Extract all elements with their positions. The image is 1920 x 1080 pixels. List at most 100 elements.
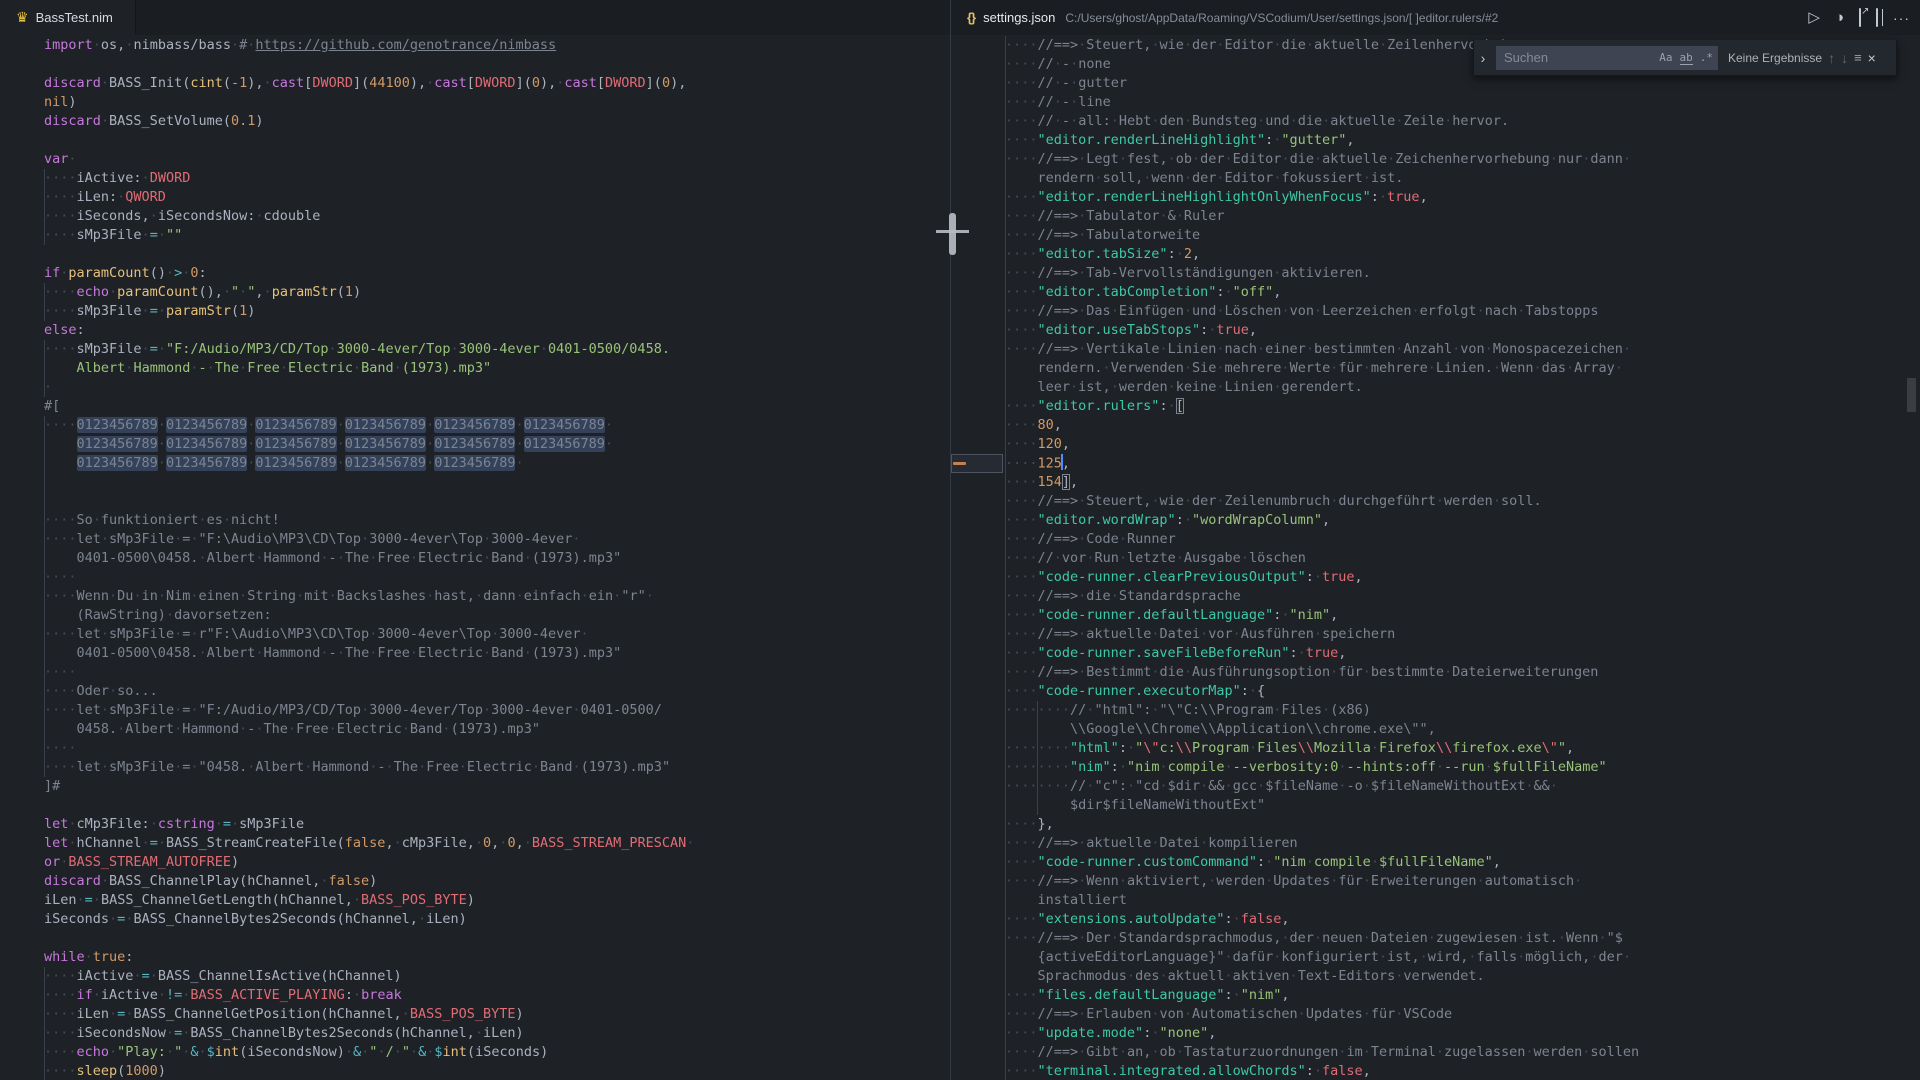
code-line[interactable]: ····}, [1005,815,1920,834]
code-line[interactable]: ····154], [1005,473,1920,492]
code-line[interactable]: ········//·"html":·"\"C:\\Program·Files·… [1005,701,1920,720]
code-line[interactable]: ····"editor.wordWrap":·"wordWrapColumn", [1005,511,1920,530]
code-line[interactable]: ····"code-runner.executorMap":·{ [1005,682,1920,701]
split-editor-button[interactable] [1876,10,1878,25]
run-code-button[interactable]: ▷ [1808,10,1820,25]
code-line[interactable]: ····"code-runner.defaultLanguage":·"nim"… [1005,606,1920,625]
code-line[interactable]: ····//==>·Erlauben·von·Automatischen·Upd… [1005,1005,1920,1024]
code-line[interactable]: ····"code-runner.saveFileBeforeRun":·tru… [1005,644,1920,663]
code-line[interactable]: ····sMp3File·=·"" [44,226,950,245]
code-line[interactable]: nil) [44,93,950,112]
code-line[interactable]: ····//·-·all:·Hebt·den·Bundsteg·und·die·… [1005,112,1920,131]
code-line[interactable]: ···· [44,739,950,758]
find-next-button[interactable]: ↓ [1841,50,1848,66]
code-line[interactable]: ····//==>·aktuelle·Datei·vor·Ausführen·s… [1005,625,1920,644]
code-line[interactable]: \\Google\\Chrome\\Application\\chrome.ex… [1005,720,1920,739]
code-line[interactable]: ····"files.defaultLanguage":·"nim", [1005,986,1920,1005]
code-line[interactable]: ····120, [1005,435,1920,454]
code-line[interactable]: ···· [44,663,950,682]
code-line[interactable]: Sprachmodus·des·aktuell·aktiven·Text-Edi… [1005,967,1920,986]
find-input[interactable]: Suchen Aa ab .* [1496,46,1718,70]
code-line[interactable]: ····"editor.rulers":·[ [1005,397,1920,416]
code-line[interactable]: ····So·funktioniert·es·nicht! [44,511,950,530]
tab-basstest-nim[interactable]: ♛ BassTest.nim [0,0,136,35]
code-line[interactable]: ····sMp3File·=·paramStr(1) [44,302,950,321]
code-line[interactable]: ····//==>·Tabulatorweite [1005,226,1920,245]
code-line[interactable]: or·BASS_STREAM_AUTOFREE) [44,853,950,872]
code-line[interactable]: #[ [44,397,950,416]
editor-group-divider[interactable] [950,0,951,1080]
regex-button[interactable]: .* [1700,51,1713,64]
code-line[interactable]: ····//==>·Tab-Vervollständigungen·aktivi… [1005,264,1920,283]
code-line[interactable]: ········"html":·"\"c:\\Program·Files\\Mo… [1005,739,1920,758]
breadcrumb-path[interactable]: C:/Users/ghost/AppData/Roaming/VSCodium/… [1065,11,1408,25]
code-line[interactable]: ····echo·paramCount(),·"·",·paramStr(1) [44,283,950,302]
code-line[interactable]: else: [44,321,950,340]
code-line[interactable]: ····//·-·line [1005,93,1920,112]
code-line[interactable]: ····//==>·Wenn·aktiviert,·werden·Updates… [1005,872,1920,891]
code-line[interactable]: ····"editor.renderLineHighlight":·"gutte… [1005,131,1920,150]
code-line[interactable]: ········//·"c":·"cd·$dir·&&·gcc·$fileNam… [1005,777,1920,796]
code-line[interactable]: 0123456789·0123456789·0123456789·0123456… [44,435,950,454]
code-line[interactable]: ····//==>·Steuert,·wie·der·Zeilenumbruch… [1005,492,1920,511]
code-line[interactable]: ····//==>·die·Standardsprache [1005,587,1920,606]
code-line[interactable]: ····"code-runner.customCommand":·"nim·co… [1005,853,1920,872]
code-line[interactable]: import·os,·nimbass/bass·#·https://github… [44,36,950,55]
code-line[interactable]: rendern·soll,·wenn·der·Editor·fokussiert… [1005,169,1920,188]
code-line[interactable]: discard·BASS_Init(cint(-1),·cast[DWORD](… [44,74,950,93]
code-line[interactable]: iSeconds·=·BASS_ChannelBytes2Seconds(hCh… [44,910,950,929]
code-line[interactable]: ····iSeconds,·iSecondsNow:·cdouble [44,207,950,226]
code-line[interactable]: ····//·vor·Run·letzte·Ausgabe·löschen [1005,549,1920,568]
code-line[interactable]: ····"editor.tabCompletion":·"off", [1005,283,1920,302]
code-line[interactable]: ····sleep(1000) [44,1062,950,1080]
code-line[interactable]: ····"terminal.integrated.allowChords":·f… [1005,1062,1920,1080]
code-line[interactable]: ····0123456789·0123456789·0123456789·012… [44,416,950,435]
find-in-selection-button[interactable]: ≡ [1854,50,1862,65]
find-close-button[interactable]: × [1868,50,1876,66]
match-case-button[interactable]: Aa [1659,51,1672,64]
code-line[interactable]: ····iActive·=·BASS_ChannelIsActive(hChan… [44,967,950,986]
code-line[interactable] [44,131,950,150]
whole-word-button[interactable]: ab [1680,51,1693,65]
code-line[interactable]: $dir$fileNameWithoutExt" [1005,796,1920,815]
code-line[interactable]: iLen·=·BASS_ChannelGetLength(hChannel,·B… [44,891,950,910]
code-line[interactable]: ····let·sMp3File·=·r"F:\Audio\MP3\CD\Top… [44,625,950,644]
code-line[interactable]: ····"editor.tabSize":·2, [1005,245,1920,264]
code-line[interactable]: ····125, [1005,454,1920,473]
code-line[interactable]: 0458.·Albert·Hammond·-·The·Free·Electric… [44,720,950,739]
open-changes-button[interactable] [1859,10,1861,25]
code-line[interactable]: ····//==>·Vertikale·Linien·nach·einer·be… [1005,340,1920,359]
code-line[interactable]: ····80, [1005,416,1920,435]
code-line[interactable]: ····let·sMp3File·=·"F:\Audio\MP3\CD\Top·… [44,530,950,549]
code-line[interactable]: rendern.·Verwenden·Sie·mehrere·Werte·für… [1005,359,1920,378]
more-actions-button[interactable]: ··· [1893,11,1910,25]
code-line[interactable]: let·hChannel·=·BASS_StreamCreateFile(fal… [44,834,950,853]
breadcrumb-index[interactable]: 2 [1492,11,1499,25]
code-line[interactable]: ····if·iActive·!=·BASS_ACTIVE_PLAYING:·b… [44,986,950,1005]
code-line[interactable]: ···· [44,568,950,587]
code-line[interactable]: ····sMp3File·=·"F:/Audio/MP3/CD/Top·3000… [44,340,950,359]
toggle-replace-chevron-icon[interactable]: › [1476,50,1490,66]
left-editor-code[interactable]: import·os,·nimbass/bass·#·https://github… [0,36,950,1080]
code-line[interactable] [44,55,950,74]
code-line[interactable]: ····"editor.renderLineHighlightOnlyWhenF… [1005,188,1920,207]
code-line[interactable] [44,929,950,948]
sash-drag-handle[interactable] [949,213,956,255]
find-previous-button[interactable]: ↑ [1828,50,1835,66]
code-line[interactable]: ····//==>·Der·Standardsprachmodus,·der·n… [1005,929,1920,948]
code-line[interactable]: (RawString)·davorsetzen: [44,606,950,625]
code-line[interactable]: 0401-0500\0458.·Albert·Hammond·-·The·Fre… [44,644,950,663]
code-line[interactable]: 0123456789·0123456789·0123456789·0123456… [44,454,950,473]
code-line[interactable]: Albert·Hammond·-·The·Free·Electric·Band·… [44,359,950,378]
circle-icon[interactable]: ◑ [1835,10,1844,25]
code-line[interactable]: ····Wenn·Du·in·Nim·einen·String·mit·Back… [44,587,950,606]
code-line[interactable]: ····//==>·Legt·fest,·ob·der·Editor·die·a… [1005,150,1920,169]
code-line[interactable]: ········"nim":·"nim·compile·--verbosity:… [1005,758,1920,777]
code-line[interactable]: 0401-0500\0458.·Albert·Hammond·-·The·Fre… [44,549,950,568]
code-line[interactable]: ····echo·"Play:·"·&·$int(iSecondsNow)·&·… [44,1043,950,1062]
code-line[interactable]: {activeEditorLanguage}"·dafür·konfigurie… [1005,948,1920,967]
code-line[interactable] [44,245,950,264]
code-line[interactable] [44,473,950,492]
code-line[interactable]: ····iActive:·DWORD [44,169,950,188]
code-line[interactable] [44,796,950,815]
